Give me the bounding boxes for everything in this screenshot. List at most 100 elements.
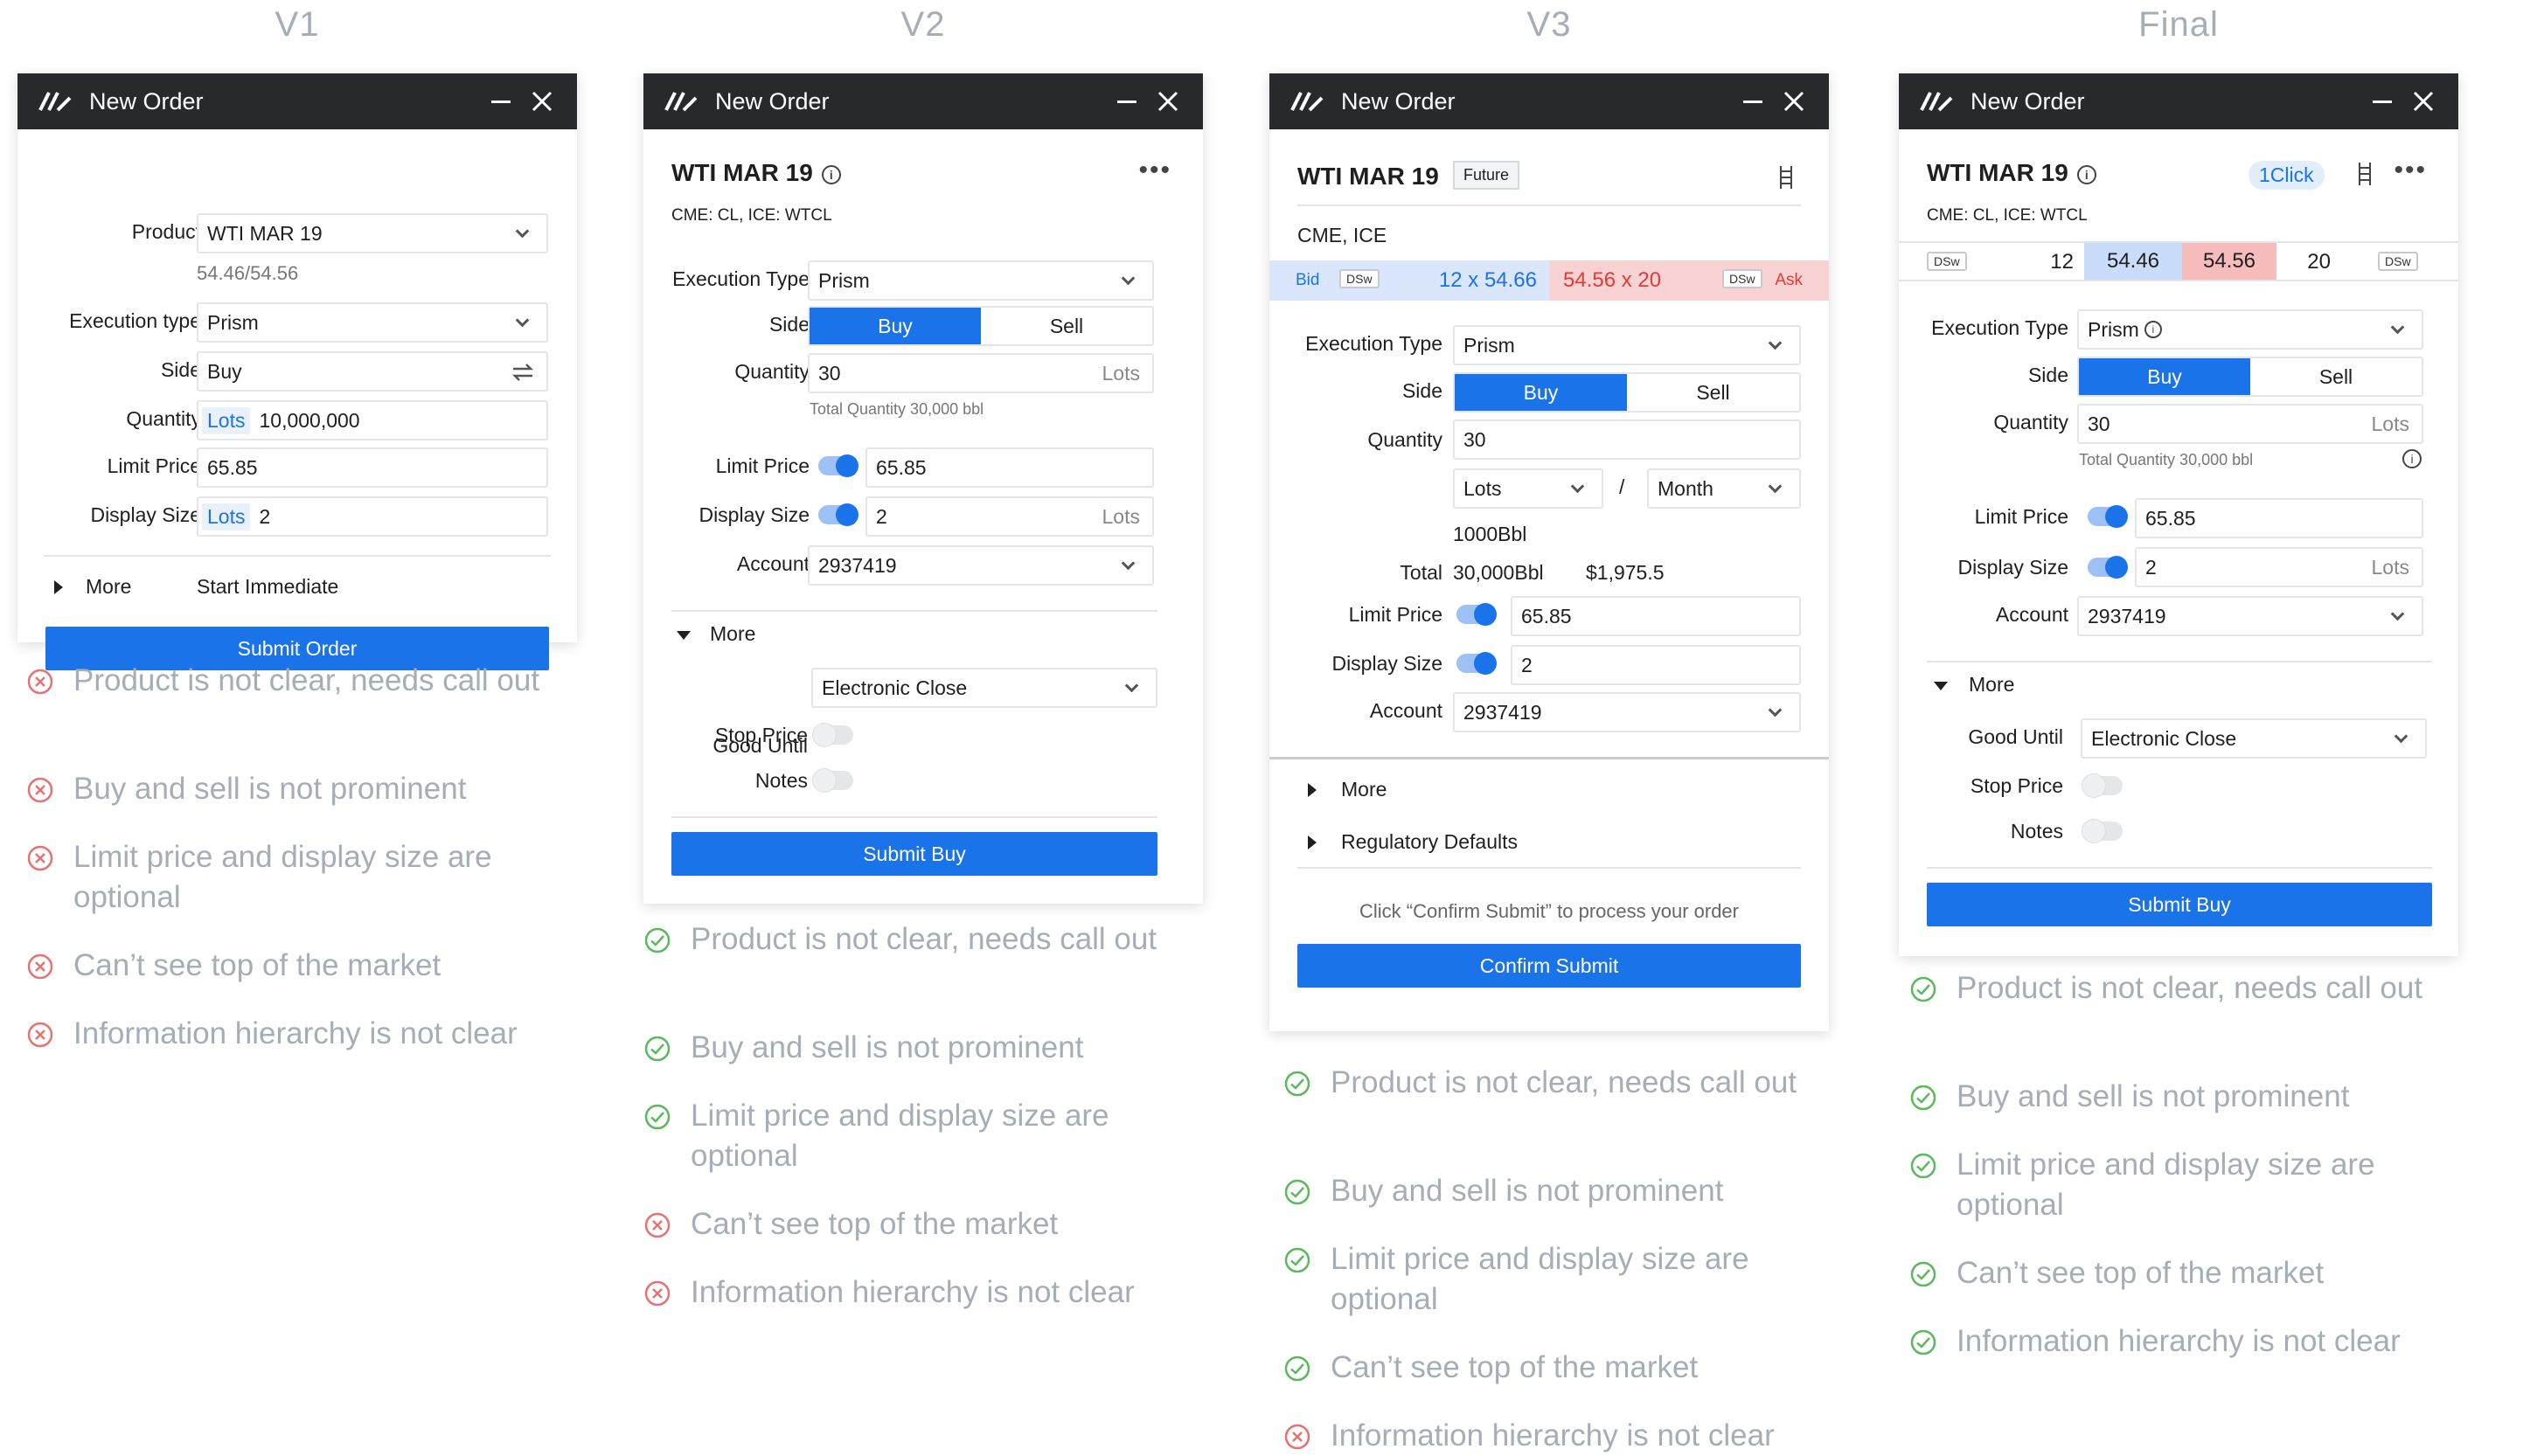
x-circle-icon (27, 953, 53, 980)
product-title: WTI MAR 19 i (671, 159, 841, 187)
collapse-icon[interactable] (1934, 682, 1948, 690)
more-toggle[interactable]: More (710, 622, 755, 646)
info-icon[interactable]: i (821, 164, 841, 184)
display-size-toggle[interactable] (818, 503, 858, 526)
stop-price-toggle[interactable] (2082, 774, 2123, 797)
bid-bar[interactable]: Bid DSw 12 x 54.66 (1269, 260, 1549, 301)
order-panel: New Order Product WTI MAR 19 54.46/54.56… (17, 73, 577, 670)
more-summary: Start Immediate (197, 575, 339, 598)
one-click-toggle[interactable]: 1Click (2249, 161, 2325, 190)
stop-price-toggle[interactable] (813, 724, 853, 746)
expand-icon[interactable] (1308, 835, 1317, 849)
sell-option[interactable]: Sell (981, 308, 1152, 344)
display-size-input[interactable]: 2 Lots (865, 496, 1154, 537)
quantity-input[interactable]: 30 Lots (2077, 404, 2423, 444)
collapse-icon[interactable] (677, 631, 691, 640)
limit-price-toggle[interactable] (2088, 505, 2128, 528)
display-size-toggle[interactable] (1456, 652, 1497, 675)
regulatory-defaults-toggle[interactable]: Regulatory Defaults (1341, 830, 1518, 854)
submit-buy-button[interactable]: Submit Buy (671, 832, 1157, 876)
side-toggle[interactable]: Buy Sell (1453, 372, 1801, 413)
account-select[interactable]: 2937419 (2077, 596, 2423, 636)
unit-select[interactable]: Lots (1453, 468, 1603, 509)
display-size-toggle[interactable] (2088, 556, 2128, 579)
display-size-input[interactable]: 2 Lots (2135, 547, 2423, 587)
minimize-icon[interactable] (2373, 101, 2392, 103)
ladder-icon[interactable] (1780, 166, 1792, 189)
buy-option[interactable]: Buy (810, 308, 981, 344)
execution-type-select[interactable]: Prism (808, 260, 1154, 301)
note-text: Limit price and display size are optiona… (1957, 1147, 2375, 1222)
side-select[interactable]: Buy (197, 351, 548, 392)
period-select[interactable]: Month (1647, 468, 1801, 509)
column-v2: V2 New Order WTI MAR 19 i ••• CME: CL, IC… (626, 0, 1203, 1412)
more-toggle[interactable]: More (86, 575, 131, 599)
close-icon[interactable] (1782, 89, 1806, 114)
note-text: Limit price and display size are optiona… (1331, 1242, 1749, 1316)
swap-icon[interactable] (511, 364, 534, 381)
expand-icon[interactable] (1308, 783, 1317, 797)
close-icon[interactable] (2411, 89, 2436, 114)
sell-option[interactable]: Sell (2250, 358, 2422, 395)
note-text: Limit price and display size are optiona… (691, 1099, 1109, 1173)
limit-price-toggle[interactable] (1456, 603, 1497, 626)
info-icon[interactable]: i (2144, 321, 2162, 338)
quantity-input[interactable]: Lots 10,000,000 (197, 400, 548, 440)
quantity-label: Quantity (734, 360, 810, 383)
note-text: Can’t see top of the market (1331, 1350, 1699, 1384)
more-toggle[interactable]: More (1969, 673, 2014, 697)
account-select[interactable]: 2937419 (808, 545, 1154, 586)
confirm-submit-button[interactable]: Confirm Submit (1297, 944, 1801, 988)
info-icon[interactable]: i (2076, 164, 2096, 184)
limit-price-toggle[interactable] (818, 454, 858, 477)
good-until-select[interactable]: Electronic Close (811, 668, 1157, 708)
expand-icon[interactable] (54, 580, 63, 594)
execution-type-select[interactable]: Prism (197, 302, 548, 343)
display-size-input[interactable]: 2 (1511, 645, 1801, 685)
info-icon[interactable]: i (2402, 449, 2422, 468)
display-size-unit: Lots (2371, 555, 2409, 579)
ladder-icon[interactable] (2359, 163, 2371, 185)
bid-price-button[interactable]: 54.46 (2084, 243, 2182, 280)
quantity-input[interactable]: 30 (1453, 419, 1801, 460)
side-toggle[interactable]: Buy Sell (2077, 357, 2423, 397)
x-circle-icon (27, 669, 53, 695)
close-icon[interactable] (1156, 89, 1180, 114)
window-title: New Order (89, 88, 204, 114)
minimize-icon[interactable] (1743, 101, 1762, 103)
sell-option[interactable]: Sell (1627, 374, 1799, 411)
limit-price-input[interactable]: 65.85 (2135, 498, 2423, 538)
more-toggle[interactable]: More (1341, 778, 1387, 801)
close-icon[interactable] (530, 89, 554, 114)
product-select[interactable]: WTI MAR 19 (197, 213, 548, 253)
quantity-input[interactable]: 30 Lots (808, 353, 1154, 393)
version-title: V2 (900, 5, 946, 44)
buy-option[interactable]: Buy (2079, 358, 2250, 395)
execution-type-select[interactable]: Prism (1453, 325, 1801, 365)
more-options-icon[interactable]: ••• (1138, 157, 1171, 184)
check-circle-icon (644, 927, 671, 953)
execution-type-select[interactable]: Prism i (2077, 309, 2423, 350)
buy-option[interactable]: Buy (1455, 374, 1627, 411)
limit-price-input[interactable]: 65.85 (1511, 596, 1801, 636)
good-until-select[interactable]: Electronic Close (2081, 718, 2427, 759)
submit-buy-button[interactable]: Submit Buy (1927, 883, 2432, 926)
check-circle-icon (1284, 1355, 1310, 1382)
account-select[interactable]: 2937419 (1453, 692, 1801, 732)
notes-toggle[interactable] (2082, 820, 2123, 842)
notes-toggle[interactable] (813, 769, 853, 792)
note-text: Buy and sell is not prominent (1331, 1174, 1724, 1208)
divider (1297, 205, 1801, 206)
limit-price-input[interactable]: 65.85 (197, 447, 548, 488)
ask-price-button[interactable]: 54.56 (2182, 243, 2276, 280)
more-options-icon[interactable]: ••• (2394, 157, 2427, 184)
display-size-unit: Lots (1102, 504, 1140, 528)
limit-price-input[interactable]: 65.85 (865, 447, 1154, 488)
minimize-icon[interactable] (1117, 101, 1136, 103)
minimize-icon[interactable] (491, 101, 511, 103)
ask-bar[interactable]: 54.56 x 20 DSw Ask (1549, 260, 1829, 301)
display-size-input[interactable]: Lots 2 (197, 496, 548, 537)
column-v1: V1 New Order Product WTI MAR 19 54.46/54… (0, 0, 577, 1412)
check-circle-icon (644, 1036, 671, 1062)
side-toggle[interactable]: Buy Sell (808, 306, 1154, 346)
